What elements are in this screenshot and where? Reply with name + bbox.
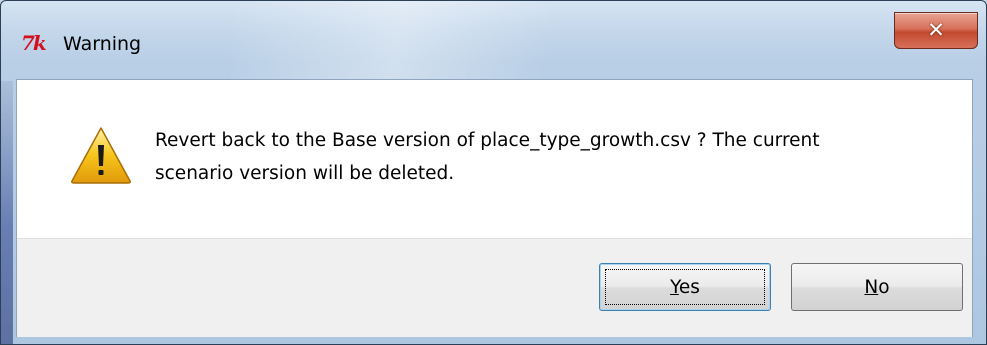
button-bar: Yes No xyxy=(17,238,972,337)
dialog-client-area: Revert back to the Base version of place… xyxy=(16,79,973,337)
close-button[interactable]: ✕ xyxy=(894,12,978,49)
message-area: Revert back to the Base version of place… xyxy=(17,80,972,238)
message-line-1: Revert back to the Base version of place… xyxy=(155,130,820,151)
no-button-label: No xyxy=(864,277,889,298)
warning-icon xyxy=(71,127,131,184)
yes-button[interactable]: Yes xyxy=(599,263,771,311)
focus-rectangle xyxy=(605,269,765,305)
dialog-window: 7k Warning ✕ Revert back to the Base ver… xyxy=(0,0,987,345)
tk-app-icon: 7k xyxy=(21,31,47,55)
close-icon: ✕ xyxy=(927,18,945,42)
window-frame-edge xyxy=(1,81,13,344)
title-bar[interactable]: 7k Warning ✕ xyxy=(1,1,986,79)
no-button[interactable]: No xyxy=(791,263,963,311)
warning-message: Revert back to the Base version of place… xyxy=(155,124,945,190)
window-title: Warning xyxy=(63,33,142,55)
no-mnemonic: N xyxy=(864,276,879,298)
message-line-2: scenario version will be deleted. xyxy=(155,163,455,184)
no-label-rest: o xyxy=(878,276,890,298)
